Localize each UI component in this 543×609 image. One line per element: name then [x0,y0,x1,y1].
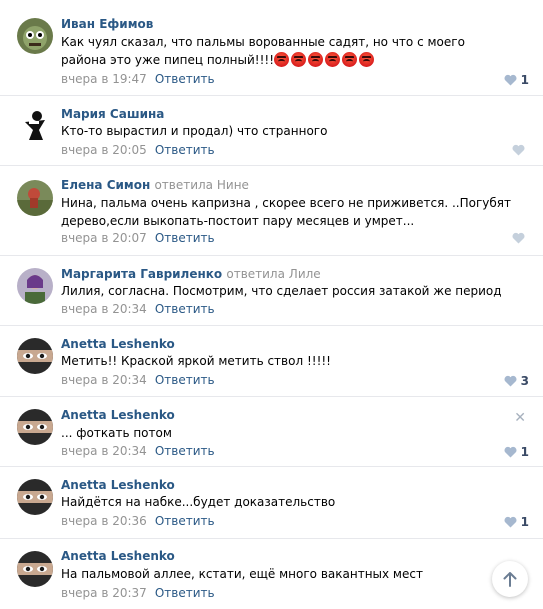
comment-author[interactable]: Мария Сашина [61,107,164,121]
comment-meta: вчера в 20:07 Ответить [61,231,215,245]
scroll-to-top-button[interactable] [492,561,528,597]
heart-icon [512,232,525,244]
reply-link[interactable]: Ответить [155,302,215,316]
heart-icon [504,516,517,528]
heart-icon [504,74,517,86]
comment-meta: вчера в 20:05 Ответить [61,143,215,157]
avatar[interactable] [17,338,53,374]
comment-date[interactable]: вчера в 19:47 [61,72,147,86]
comment-text: ... фоткать потом [61,426,172,440]
comment-author-name[interactable]: Елена Симон [61,178,150,192]
comment-meta: вчера в 20:34 Ответить [61,302,215,316]
comment-text: Кто-то вырастил и продал) что странного [61,124,328,138]
heart-icon [504,375,517,387]
comment-meta: вчера в 20:36 Ответить [61,514,215,528]
comment-author[interactable]: Маргарита Гавриленко ответила Лиле [61,267,321,281]
comment-author[interactable]: Anetta Leshenko [61,549,175,563]
reply-to-label: ответила Лиле [226,267,320,281]
comment-author[interactable]: Елена Симон ответила Нине [61,178,249,192]
comment-author-name[interactable]: Маргарита Гавриленко [61,267,222,281]
reply-to-name[interactable]: Лиле [289,267,321,281]
like-count: 3 [520,374,529,388]
comment-text: Как чуял сказал, что пальмы ворованные с… [61,33,511,69]
angry-face-emoji-icon [274,52,290,67]
comment-meta: вчера в 20:34 Ответить [61,373,215,387]
like-button[interactable]: 1 [504,445,529,459]
comment-date[interactable]: вчера в 20:34 [61,302,147,316]
reply-link[interactable]: Ответить [155,72,215,86]
comment-text: Найдётся на набке...будет доказательство [61,495,336,509]
heart-icon [504,446,517,458]
comment-text: Нина, пальма очень капризна , скорее все… [61,196,511,228]
reply-link[interactable]: Ответить [155,143,215,157]
like-button[interactable] [512,232,529,244]
reply-to-prefix: ответила [226,267,285,281]
comment-meta: вчера в 19:47 Ответить [61,72,215,86]
like-button[interactable]: 1 [504,73,529,87]
heart-icon [512,144,525,156]
avatar[interactable] [17,18,53,54]
comment-item: Anetta Leshenko Метить!! Краской яркой м… [0,326,543,397]
comment-item: Иван Ефимов Как чуял сказал, что пальмы … [0,0,543,96]
angry-face-emoji-icon [308,52,324,67]
reply-link[interactable]: Ответить [155,586,215,600]
reply-to-prefix: ответила [154,178,214,192]
comment-item: Anetta Leshenko ... фоткать потом вчера … [0,397,543,467]
like-button[interactable]: 1 [504,515,529,529]
comment-item: Маргарита Гавриленко ответила Лиле Лилия… [0,256,543,326]
comment-item: Anetta Leshenko На пальмовой аллее, кста… [0,539,543,609]
comment-date[interactable]: вчера в 20:36 [61,514,147,528]
avatar[interactable] [17,409,53,445]
comment-author[interactable]: Anetta Leshenko [61,337,175,351]
avatar[interactable] [17,551,53,587]
close-icon[interactable]: ✕ [514,410,526,426]
comment-date[interactable]: вчера в 20:34 [61,373,147,387]
comment-date[interactable]: вчера в 20:07 [61,231,147,245]
comment-meta: вчера в 20:37 Ответить [61,586,215,600]
comment-text: Метить!! Краской яркой метить ствол !!!!… [61,354,331,368]
comment-text-body: Как чуял сказал, что пальмы ворованные с… [61,35,465,67]
avatar[interactable] [17,180,53,216]
like-button[interactable] [512,144,529,156]
reply-to-label: ответила Нине [154,178,249,192]
reply-link[interactable]: Ответить [155,444,215,458]
comment-date[interactable]: вчера в 20:37 [61,586,147,600]
like-count: 1 [520,515,529,529]
comment-text: На пальмовой аллее, кстати, ещё много ва… [61,567,423,581]
avatar[interactable] [17,268,53,304]
comment-item: Мария Сашина Кто-то вырастил и продал) ч… [0,96,543,166]
like-button[interactable]: 3 [504,374,529,388]
comment-author[interactable]: Anetta Leshenko [61,478,175,492]
avatar[interactable] [17,479,53,515]
reply-link[interactable]: Ответить [155,373,215,387]
arrow-up-icon [503,572,517,587]
angry-face-emoji-icon [325,52,341,67]
angry-face-emoji-icon [291,52,307,67]
angry-face-emoji-icon [342,52,358,67]
angry-face-emoji-icon [359,52,375,67]
comment-text: Лилия, согласна. Посмотрим, что сделает … [61,284,502,298]
comment-item: Елена Симон ответила Нине Нина, пальма о… [0,166,543,256]
reply-to-name[interactable]: Нине [217,178,249,192]
comment-meta: вчера в 20:34 Ответить [61,444,215,458]
reply-link[interactable]: Ответить [155,231,215,245]
avatar[interactable] [17,108,53,144]
comment-date[interactable]: вчера в 20:34 [61,444,147,458]
comment-item: Anetta Leshenko Найдётся на набке...буде… [0,467,543,539]
comment-author[interactable]: Иван Ефимов [61,17,153,31]
comment-date[interactable]: вчера в 20:05 [61,143,147,157]
comment-author[interactable]: Anetta Leshenko [61,408,175,422]
reply-link[interactable]: Ответить [155,514,215,528]
like-count: 1 [520,445,529,459]
like-count: 1 [520,73,529,87]
